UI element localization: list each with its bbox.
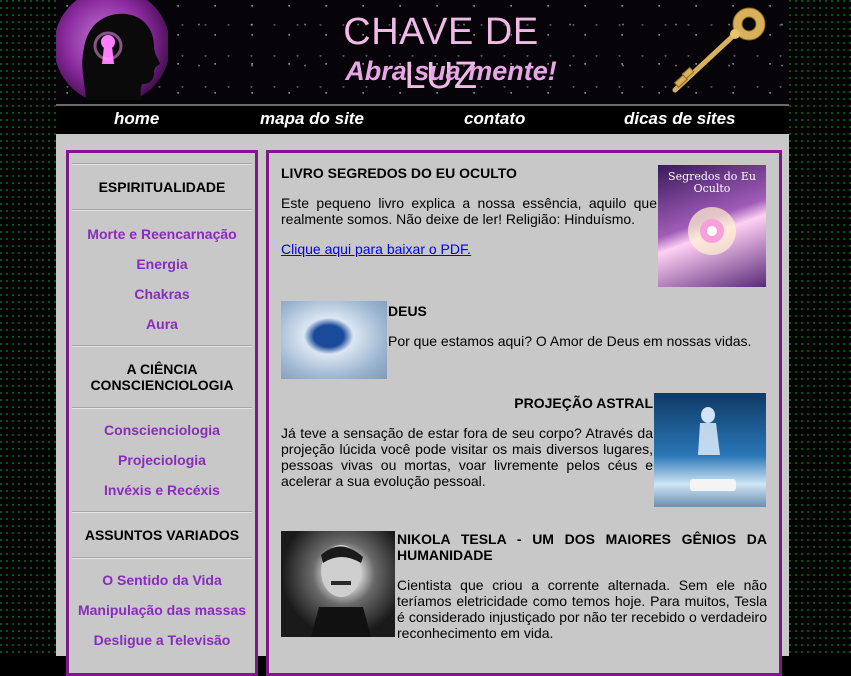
article-text: Já teve a sensação de estar fora de seu … [281, 425, 653, 489]
sidebar-link-energia[interactable]: Energia [69, 249, 255, 279]
silhouette-keyhole-logo-icon[interactable] [56, 0, 168, 100]
sidebar-link-conscienciologia[interactable]: Conscienciologia [69, 415, 255, 445]
sidebar: ESPIRITUALIDADE Morte e Reencarnação Ene… [66, 150, 258, 676]
sidebar-link-invexis-recexis[interactable]: Invéxis e Recéxis [69, 475, 255, 505]
main-content: LIVRO SEGREDOS DO EU OCULTO Este pequeno… [266, 150, 782, 676]
article-projecao-astral: PROJEÇÃO ASTRAL Já teve a sensação de es… [281, 393, 767, 507]
sidebar-heading-assuntos-variados: ASSUNTOS VARIADOS [84, 527, 240, 543]
nav-home[interactable]: home [114, 109, 159, 129]
site-header: CHAVE DE LUZ Abra sua mente! [56, 0, 789, 104]
article-title: NIKOLA TESLA - UM DOS MAIORES GÊNIOS DA … [397, 531, 767, 563]
sky-heart-image[interactable] [281, 301, 387, 379]
article-title: PROJEÇÃO ASTRAL [514, 395, 653, 411]
site-subtitle: Abra sua mente! [345, 56, 557, 86]
book-cover-image[interactable]: Segredos do Eu Oculto [658, 165, 766, 287]
sidebar-link-sentido-vida[interactable]: O Sentido da Vida [69, 565, 255, 595]
sidebar-link-aura[interactable]: Aura [69, 309, 255, 339]
download-pdf-link[interactable]: Clique aqui para baixar o PDF. [281, 241, 471, 257]
article-text: Este pequeno livro explica a nossa essên… [281, 195, 657, 227]
nikola-tesla-portrait[interactable] [281, 531, 395, 637]
article-title: LIVRO SEGREDOS DO EU OCULTO [281, 165, 517, 181]
spirit-figure-icon [690, 407, 736, 491]
content-area: ESPIRITUALIDADE Morte e Reencarnação Ene… [56, 134, 789, 676]
article-text: Cientista que criou a corrente alternada… [397, 577, 767, 641]
sidebar-link-morte-reencarnacao[interactable]: Morte e Reencarnação [69, 219, 255, 249]
sidebar-heading-espiritualidade: ESPIRITUALIDADE [98, 179, 226, 195]
nav-contact[interactable]: contato [464, 109, 525, 129]
astral-projection-image[interactable] [654, 393, 766, 507]
article-title: DEUS [388, 303, 427, 319]
main-navigation: home mapa do site contato dicas de sites [56, 104, 789, 134]
lotus-icon [688, 207, 736, 255]
matrix-background-left [0, 0, 56, 656]
sidebar-link-manipulacao-massas[interactable]: Manipulação das massas [69, 595, 255, 625]
portrait-silhouette-icon [311, 545, 371, 637]
golden-key-icon [672, 7, 766, 93]
nav-site-tips[interactable]: dicas de sites [624, 109, 736, 129]
article-text: Por que estamos aqui? O Amor de Deus em … [388, 333, 752, 349]
book-cover-title: Segredos do Eu Oculto [668, 170, 756, 195]
nav-site-map[interactable]: mapa do site [260, 109, 364, 129]
matrix-background-right [789, 0, 851, 656]
sidebar-heading-conscienciologia: A CIÊNCIA CONSCIENCIOLOGIA [90, 361, 234, 393]
page-container: CHAVE DE LUZ Abra sua mente! home mapa d… [56, 0, 789, 676]
sidebar-link-projeciologia[interactable]: Projeciologia [69, 445, 255, 475]
sidebar-link-desligue-televisao[interactable]: Desligue a Televisão [69, 625, 255, 655]
article-livro-segredos: LIVRO SEGREDOS DO EU OCULTO Este pequeno… [281, 165, 767, 287]
sidebar-link-chakras[interactable]: Chakras [69, 279, 255, 309]
